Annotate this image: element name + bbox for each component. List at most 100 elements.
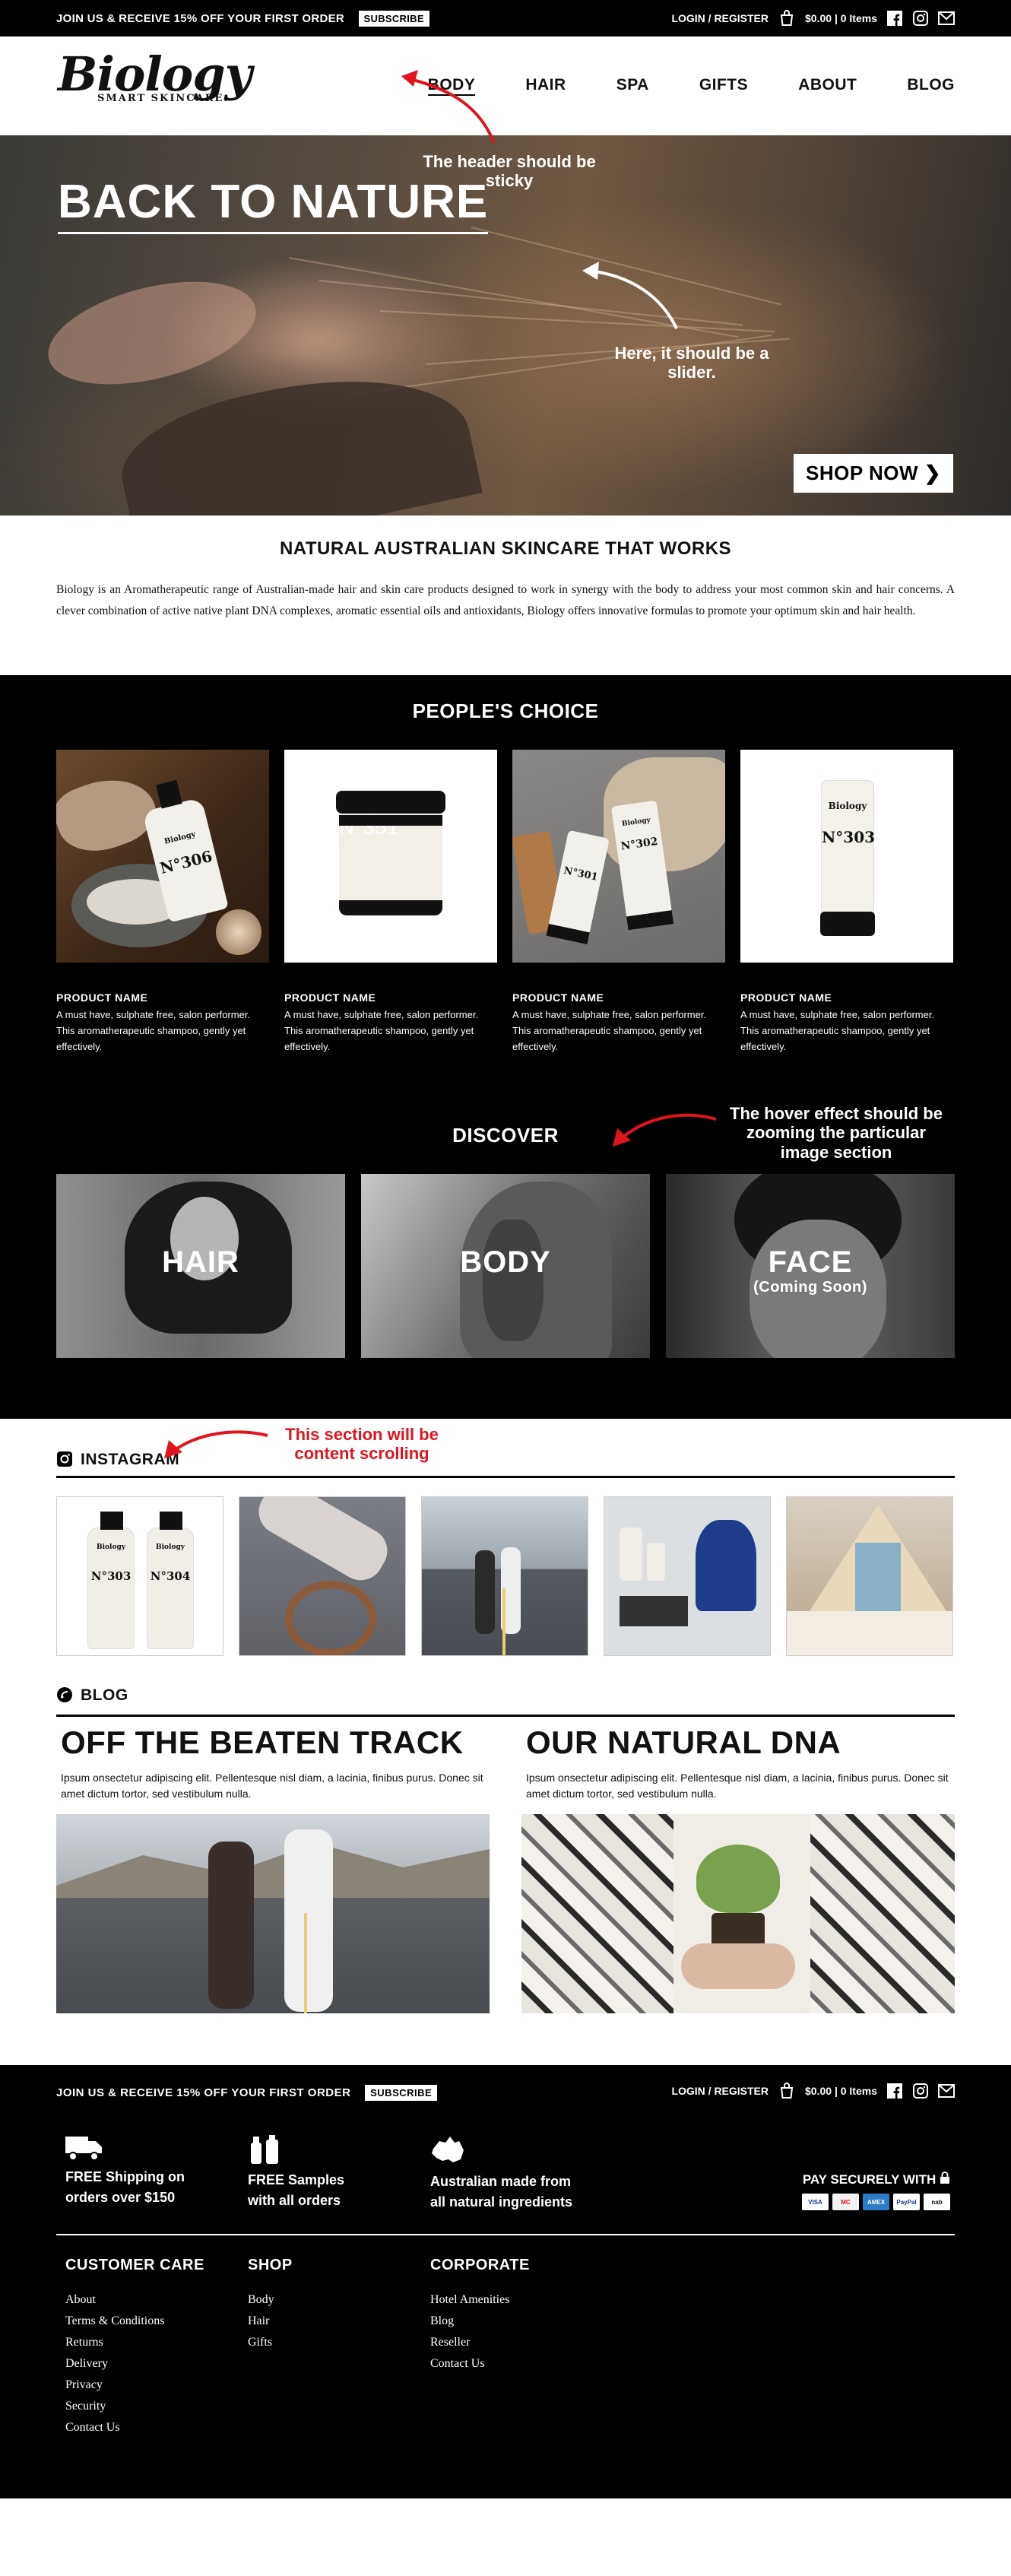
discover-tile-face[interactable]: FACE (Coming Soon) [666,1174,955,1358]
footer-divider [56,2234,955,2235]
intro-heading: NATURAL AUSTRALIAN SKINCARE THAT WORKS [279,538,732,559]
feature-line: with all orders [248,2193,341,2208]
blog-post-title[interactable]: OUR NATURAL DNA [526,1724,955,1761]
mastercard-icon: MC [832,2194,859,2210]
pay-label: PAY SECURELY WITH [802,2172,937,2187]
blog-post[interactable]: OUR NATURAL DNA Ipsum onsectetur adipisc… [521,1724,955,2013]
product-name: PRODUCT NAME [512,991,604,1004]
blog-post-image[interactable] [521,1814,955,2013]
feature-line: FREE Samples [248,2172,345,2187]
subscribe-button[interactable]: SUBSCRIBE [358,11,429,27]
footer-subscribe-button[interactable]: SUBSCRIBE [365,2085,438,2101]
slider-annotation: Here, it should be a slider. [614,344,769,382]
slider-arrow-icon [582,262,678,329]
peoples-choice-section: PEOPLE'S CHOICE Biology N°306 PRODUCT NA… [0,675,1011,1419]
email-icon[interactable] [938,2083,955,2099]
nav-about[interactable]: ABOUT [798,76,857,96]
footer-column-title: CORPORATE [430,2257,530,2273]
product-card[interactable]: Biology N°306 PRODUCT NAME A must have, … [56,750,269,1055]
product-card[interactable]: Biology N°303 PRODUCT NAME A must have, … [740,750,953,1055]
hero-slider[interactable]: BACK TO NATURE SHOP NOW ❯ [0,135,1011,516]
facebook-icon[interactable] [886,10,903,27]
product-card[interactable]: Biology N°351 PRODUCT NAME A must have, … [284,750,497,1055]
discover-tile-hair[interactable]: HAIR [56,1174,345,1358]
footer-link[interactable]: Delivery [65,2353,204,2375]
feature-shipping: FREE Shipping on orders over $150 [65,2135,248,2208]
footer-link[interactable]: Terms & Conditions [65,2311,204,2332]
cart-summary[interactable]: $0.00 | 0 Items [805,12,877,24]
footer-link[interactable]: Hotel Amenities [430,2289,530,2311]
footer-link[interactable]: Contact Us [430,2353,530,2375]
blog-post-excerpt: Ipsum onsectetur adipiscing elit. Pellen… [526,1772,949,1800]
instagram-post[interactable] [239,1496,406,1656]
login-link[interactable]: LOGIN / REGISTER [671,12,769,24]
bottles-icon [251,2135,278,2164]
nab-icon: nab [924,2194,950,2210]
footer-link[interactable]: Body [248,2289,293,2311]
footer-column-corporate: CORPORATE Hotel Amenities Blog Reseller … [430,2257,530,2375]
footer-link[interactable]: Hair [248,2311,293,2332]
footer-link[interactable]: Contact Us [65,2417,204,2438]
instagram-icon[interactable] [912,10,929,27]
footer-link[interactable]: Security [65,2396,204,2417]
cart-icon[interactable] [778,9,796,27]
main-nav: BODY HAIR SPA GIFTS ABOUT BLOG [427,76,955,96]
paypal-icon: PayPal [893,2194,920,2210]
footer-link[interactable]: About [65,2289,204,2311]
discover-tile-body[interactable]: BODY [361,1174,650,1358]
footer-column-customer-care: CUSTOMER CARE About Terms & Conditions R… [65,2257,204,2438]
blog-post-title[interactable]: OFF THE BEATEN TRACK [61,1724,490,1761]
footer-link[interactable]: Blog [430,2311,530,2332]
promo-text: JOIN US & RECEIVE 15% OFF YOUR FIRST ORD… [56,11,429,27]
product-card[interactable]: N°301 Biology N°302 PRODUCT NAME A must … [512,750,725,1055]
nav-spa[interactable]: SPA [616,76,649,96]
product-description: A must have, sulphate free, salon perfor… [56,1009,251,1052]
product-image[interactable]: Biology N°351 [284,750,497,963]
footer-link[interactable]: Gifts [248,2332,293,2353]
scroll-annotation: This section will be content scrolling [285,1425,439,1464]
blog-post[interactable]: OFF THE BEATEN TRACK Ipsum onsectetur ad… [56,1724,490,2013]
sticky-arrow-icon [401,70,496,144]
feature-line: all natural ingredients [430,2194,573,2210]
email-icon[interactable] [938,10,955,27]
product-image[interactable]: Biology N°306 [56,750,269,963]
footer-link[interactable]: Returns [65,2332,204,2353]
product-image[interactable]: Biology N°303 [740,750,953,963]
shop-now-button[interactable]: SHOP NOW ❯ [794,454,953,493]
visa-card-icon: VISA [802,2194,829,2210]
bottle-label: N°304 [150,1569,191,1583]
instagram-post[interactable] [786,1496,953,1656]
discover-label: BODY [460,1245,551,1279]
footer-cart-summary[interactable]: $0.00 | 0 Items [805,2085,877,2097]
truck-icon [65,2137,102,2161]
blog-post-image[interactable] [56,1814,490,2013]
bottle-label: N°303 [90,1569,132,1583]
logo-wordmark: Biology [58,46,252,102]
intro-section: NATURAL AUSTRALIAN SKINCARE THAT WORKS B… [0,516,1011,675]
cart-icon[interactable] [778,2082,796,2100]
promo-label: JOIN US & RECEIVE 15% OFF YOUR FIRST ORD… [56,12,345,25]
nav-blog[interactable]: BLOG [907,76,955,96]
instagram-post[interactable] [421,1496,588,1656]
instagram-post[interactable] [604,1496,771,1656]
instagram-post[interactable]: Biology N°303 Biology N°304 [56,1496,223,1656]
top-bar: JOIN US & RECEIVE 15% OFF YOUR FIRST ORD… [0,0,1011,36]
footer-link[interactable]: Privacy [65,2375,204,2396]
instagram-icon[interactable] [912,2083,929,2099]
blog-icon [57,1687,72,1702]
instagram-icon [57,1451,72,1467]
nav-gifts[interactable]: GIFTS [699,76,748,96]
footer-login-link[interactable]: LOGIN / REGISTER [671,2085,769,2097]
blog-header: BLOG [56,1677,955,1717]
footer-link[interactable]: Reseller [430,2332,530,2353]
logo-tagline: SMART SKINCARE. [97,93,229,104]
blog-title: BLOG [81,1686,128,1704]
product-image[interactable]: N°301 Biology N°302 [512,750,725,963]
lock-icon [940,2172,949,2184]
biology-logo[interactable]: Biology SMART SKINCARE. [58,46,252,105]
blog-post-excerpt: Ipsum onsectetur adipiscing elit. Pellen… [61,1772,483,1800]
amex-card-icon: AMEX [863,2194,889,2210]
footer-promo-label: JOIN US & RECEIVE 15% OFF YOUR FIRST ORD… [56,2086,351,2099]
nav-hair[interactable]: HAIR [525,76,566,96]
facebook-icon[interactable] [886,2083,903,2099]
